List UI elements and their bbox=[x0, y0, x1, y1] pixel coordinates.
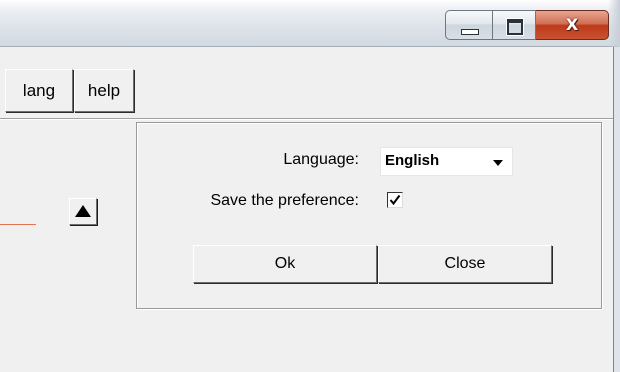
save-preference-checkbox[interactable] bbox=[387, 192, 403, 208]
title-bar-edge bbox=[608, 0, 620, 47]
menu-help-button[interactable]: help bbox=[74, 69, 134, 112]
minimize-button[interactable] bbox=[445, 10, 492, 40]
scroll-up-button[interactable] bbox=[69, 198, 97, 225]
window-caption-buttons: X bbox=[445, 10, 609, 40]
application-window: X lang help Language: English Save the p… bbox=[0, 0, 620, 372]
ok-button[interactable]: Ok bbox=[193, 245, 377, 283]
language-select-value: English bbox=[385, 152, 440, 169]
close-icon: X bbox=[565, 15, 579, 34]
window-right-border bbox=[613, 47, 620, 372]
close-button[interactable]: Close bbox=[378, 245, 552, 283]
language-select[interactable]: English bbox=[380, 147, 513, 176]
checkmark-icon bbox=[389, 194, 401, 206]
dropdown-arrow-icon bbox=[493, 160, 503, 166]
menu-lang-button[interactable]: lang bbox=[5, 69, 73, 112]
maximize-icon bbox=[506, 18, 524, 36]
language-label: Language: bbox=[283, 151, 359, 168]
menu-separator bbox=[0, 118, 613, 120]
close-window-button[interactable]: X bbox=[536, 10, 609, 40]
save-preference-label: Save the preference: bbox=[210, 192, 359, 209]
accent-line bbox=[0, 224, 36, 225]
up-arrow-icon bbox=[75, 205, 91, 217]
minimize-icon bbox=[461, 29, 479, 35]
maximize-button[interactable] bbox=[492, 10, 536, 40]
title-bar[interactable]: X bbox=[0, 0, 620, 47]
